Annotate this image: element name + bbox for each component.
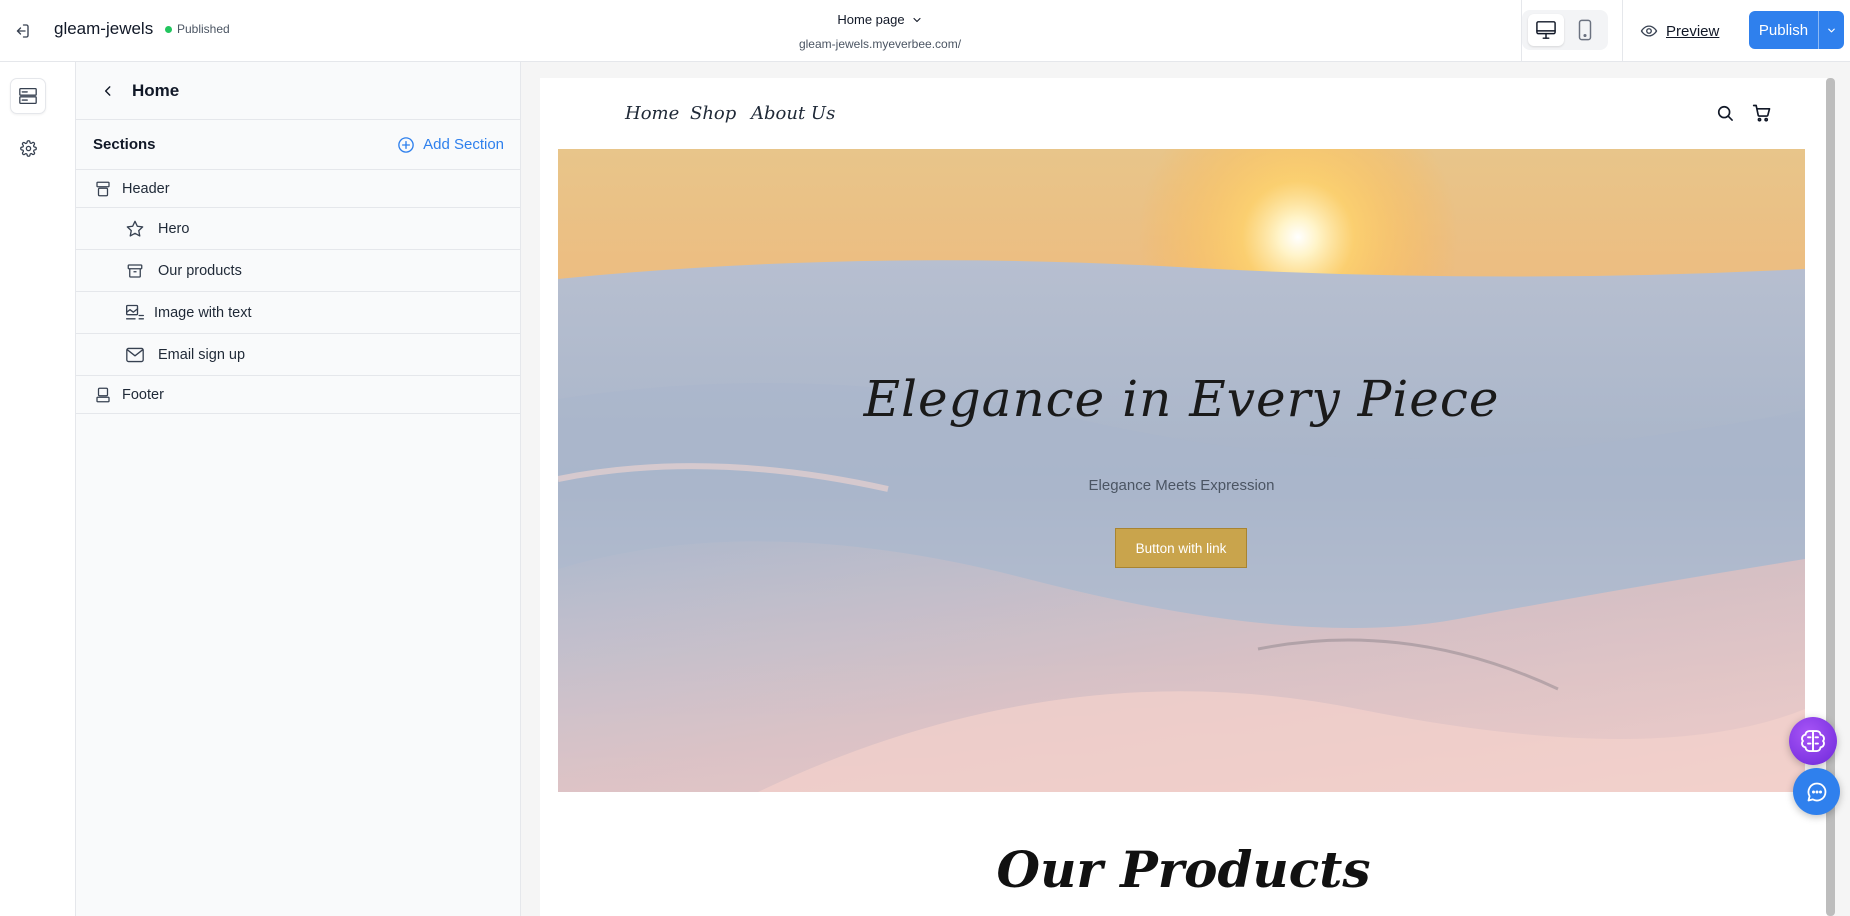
page-url: gleam-jewels.myeverbee.com/ bbox=[798, 37, 962, 51]
archive-icon bbox=[124, 260, 146, 282]
hero-cta-button[interactable]: Button with link bbox=[1115, 528, 1247, 568]
sections-panel: Home Sections Add Section Header Hero Ou… bbox=[76, 62, 521, 916]
image-text-icon bbox=[124, 302, 146, 324]
our-products-heading: Our Products bbox=[996, 840, 1371, 899]
section-item-hero[interactable]: Hero bbox=[76, 208, 520, 250]
star-icon bbox=[124, 218, 146, 240]
store-header: Home Shop About Us bbox=[540, 78, 1827, 149]
brain-icon bbox=[1801, 730, 1825, 752]
exit-icon bbox=[16, 24, 29, 38]
desktop-view-button[interactable] bbox=[1527, 14, 1564, 46]
publish-group: Publish bbox=[1749, 11, 1844, 49]
exit-editor-button[interactable] bbox=[8, 17, 36, 45]
hero-subtitle: Elegance Meets Expression bbox=[1088, 477, 1275, 494]
section-item-label: Footer bbox=[122, 386, 164, 403]
publish-button[interactable]: Publish bbox=[1749, 11, 1818, 49]
hero-title: Elegance in Every Piece bbox=[863, 370, 1500, 428]
mobile-icon bbox=[1578, 19, 1591, 41]
add-section-label: Add Section bbox=[423, 136, 504, 153]
ai-assistant-button[interactable] bbox=[1789, 717, 1837, 765]
section-item-image-with-text[interactable]: Image with text bbox=[76, 292, 520, 334]
device-toggle bbox=[1522, 10, 1608, 50]
store-nav-about-us[interactable]: About Us bbox=[751, 103, 835, 124]
section-item-our-products[interactable]: Our products bbox=[76, 250, 520, 292]
chat-icon bbox=[1807, 782, 1826, 801]
chevron-down-icon bbox=[913, 17, 921, 22]
search-icon[interactable] bbox=[1713, 101, 1737, 125]
plus-circle-icon bbox=[398, 136, 414, 153]
sections-label: Sections bbox=[93, 136, 156, 153]
sections-icon bbox=[19, 87, 37, 105]
section-item-email-sign-up[interactable]: Email sign up bbox=[76, 334, 520, 376]
panel-header: Home bbox=[76, 62, 520, 120]
add-section-button[interactable]: Add Section bbox=[397, 136, 504, 154]
store-nav-shop[interactable]: Shop bbox=[690, 103, 736, 124]
chat-support-button[interactable] bbox=[1793, 768, 1840, 815]
store-nav-home[interactable]: Home bbox=[625, 103, 679, 124]
back-button[interactable] bbox=[98, 81, 118, 101]
hero-background-image bbox=[558, 149, 1805, 792]
settings-rail-button[interactable] bbox=[10, 130, 46, 166]
preview-label: Preview bbox=[1666, 22, 1720, 40]
sections-row: Sections Add Section bbox=[76, 120, 520, 170]
page-select-label: Home page bbox=[837, 12, 905, 27]
section-item-label: Header bbox=[122, 180, 170, 197]
section-item-label: Image with text bbox=[154, 304, 252, 321]
sections-rail-button[interactable] bbox=[10, 78, 46, 114]
preview-canvas: Home Shop About Us Elegance in Every Pie… bbox=[540, 78, 1827, 916]
section-item-label: Our products bbox=[158, 262, 242, 279]
page-selector[interactable]: Home page bbox=[760, 12, 1000, 27]
section-item-header[interactable]: Header bbox=[76, 170, 520, 208]
cart-icon[interactable] bbox=[1750, 101, 1774, 125]
section-item-label: Hero bbox=[158, 220, 190, 237]
top-bar: gleam-jewels Published Home page gleam-j… bbox=[0, 0, 1850, 62]
envelope-icon bbox=[124, 344, 146, 366]
chevron-down-icon bbox=[1828, 28, 1835, 32]
section-item-label: Email sign up bbox=[158, 346, 246, 363]
publish-options-button[interactable] bbox=[1818, 11, 1844, 49]
preview-button[interactable]: Preview bbox=[1640, 17, 1719, 45]
icon-rail bbox=[0, 62, 76, 916]
footer-icon bbox=[92, 384, 114, 406]
gear-icon bbox=[19, 139, 37, 157]
panel-title: Home bbox=[132, 80, 180, 100]
status-dot bbox=[165, 25, 172, 33]
status-badge: Published bbox=[165, 22, 230, 36]
topbar-divider bbox=[1622, 0, 1623, 62]
chevron-left-icon bbox=[104, 85, 111, 96]
eye-icon bbox=[1640, 25, 1658, 37]
mobile-view-button[interactable] bbox=[1567, 14, 1603, 46]
header-icon bbox=[92, 178, 114, 200]
status-text: Published bbox=[177, 22, 230, 36]
site-name: gleam-jewels bbox=[54, 19, 154, 38]
desktop-icon bbox=[1535, 21, 1556, 39]
section-item-footer[interactable]: Footer bbox=[76, 376, 520, 414]
hero-section[interactable]: Elegance in Every Piece Elegance Meets E… bbox=[558, 149, 1805, 792]
